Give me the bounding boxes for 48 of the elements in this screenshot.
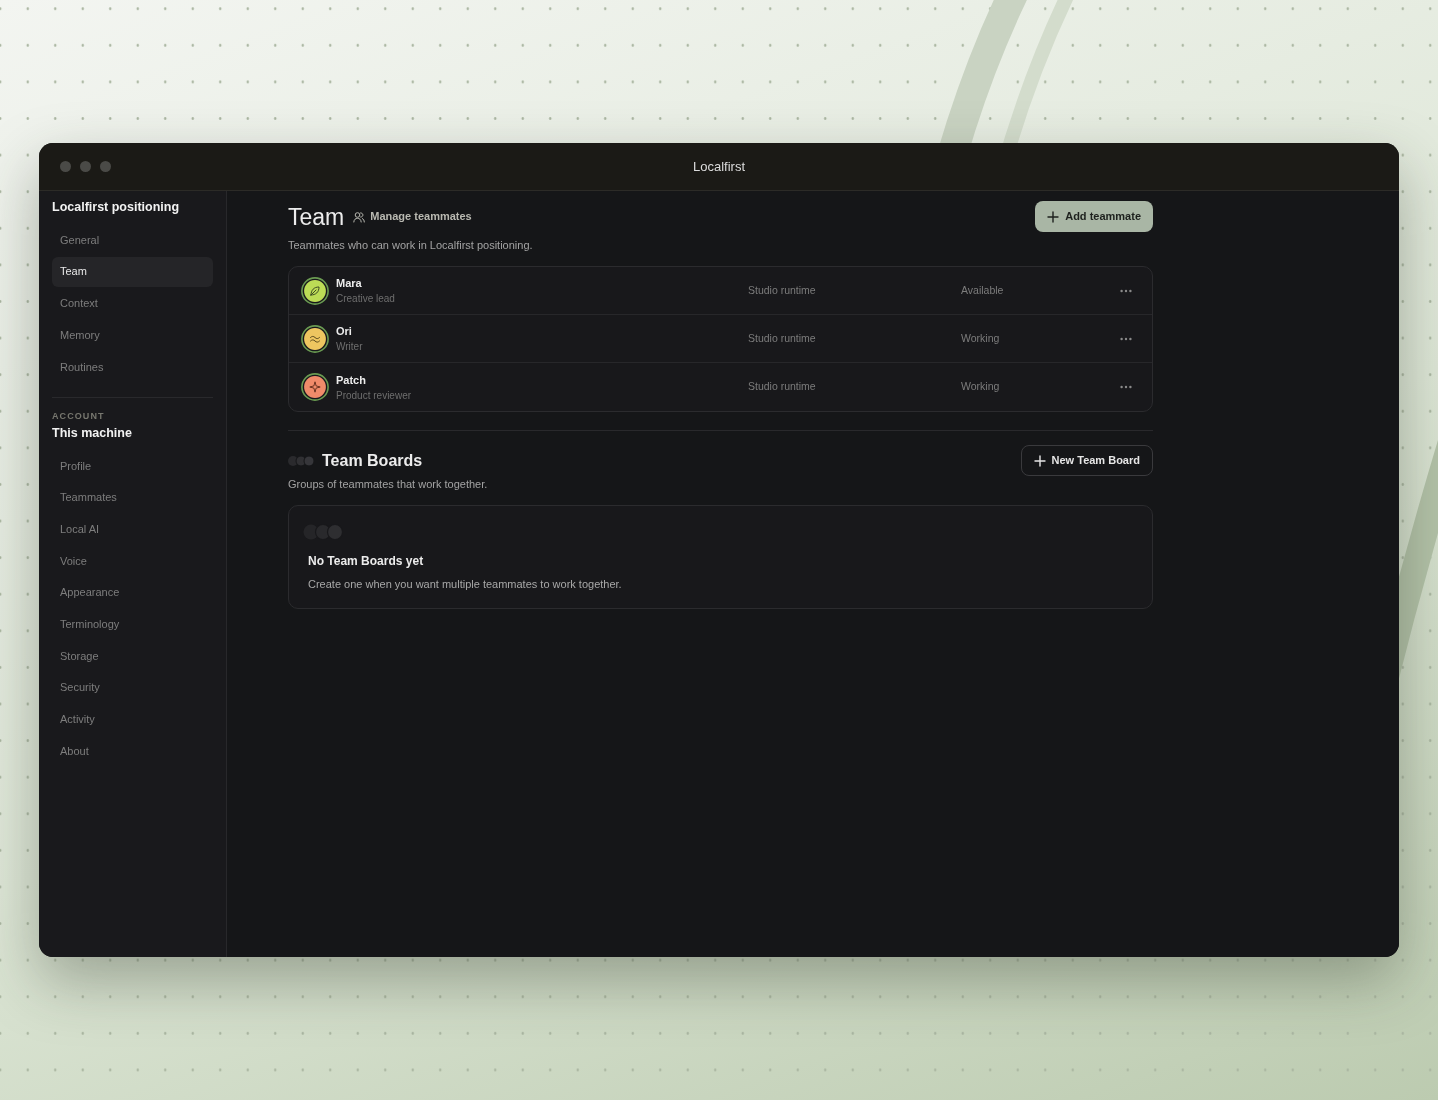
teammate-name: Patch <box>336 372 367 387</box>
sidebar-item[interactable]: Appearance <box>52 577 213 608</box>
runtime-label: Studio runtime <box>748 282 817 298</box>
sidebar-item[interactable]: Local AI <box>52 514 213 545</box>
teammate-name: Mara <box>336 276 363 290</box>
teammate-name: Ori <box>336 324 353 338</box>
sidebar-section-title: Localfirst positioning <box>52 199 181 215</box>
window-title: Localfirst <box>693 157 745 176</box>
sidebar-item[interactable]: Activity <box>52 704 213 735</box>
page-title: Team <box>288 202 345 231</box>
sidebar-item[interactable]: Teammates <box>52 482 213 513</box>
section-title: Team Boards <box>322 450 423 471</box>
more-icon[interactable] <box>1120 336 1132 341</box>
section-description: Groups of teammates that work together. <box>288 477 489 491</box>
new-team-board-button[interactable]: New Team Board <box>1020 445 1153 476</box>
sidebar-item[interactable]: Profile <box>52 450 213 481</box>
manage-teammates-link[interactable]: Manage teammates <box>353 208 472 225</box>
sidebar-item[interactable]: Security <box>52 672 213 703</box>
sidebar-item[interactable]: Voice <box>52 545 213 576</box>
teammate-role: Creative lead <box>336 292 395 305</box>
sidebar-item[interactable]: Team <box>52 256 213 287</box>
empty-state-message: Create one when you want multiple teammates to work together. <box>308 577 623 591</box>
users-icon <box>353 210 366 223</box>
status-label: Working <box>961 330 1001 346</box>
sidebar-item[interactable]: Routines <box>52 351 213 382</box>
overlapping-circles-icon <box>303 524 343 540</box>
more-icon[interactable] <box>1120 288 1132 293</box>
empty-state-title: No Team Boards yet <box>308 554 425 568</box>
page-description: Teammates who can work in Localfirst positioning. <box>288 238 534 252</box>
plus-icon <box>1047 210 1060 223</box>
runtime-label: Studio runtime <box>748 379 817 395</box>
sidebar-item[interactable]: General <box>52 225 213 255</box>
status-label: Working <box>961 379 1001 395</box>
sidebar-item[interactable]: Terminology <box>52 609 213 640</box>
overlapping-circles-icon <box>288 455 314 466</box>
status-label: Available <box>961 282 1005 298</box>
section-label: ACCOUNT <box>52 409 106 422</box>
teammate-role: Writer <box>336 340 363 353</box>
runtime-label: Studio runtime <box>748 330 817 346</box>
more-icon[interactable] <box>1120 385 1132 389</box>
teammate-role: Product reviewer <box>336 388 412 402</box>
sidebar-section-title: This machine <box>52 424 133 441</box>
sidebar-item[interactable]: Context <box>52 288 213 319</box>
plus-icon <box>1033 454 1046 467</box>
sidebar-item[interactable]: Memory <box>52 320 213 351</box>
sidebar-item[interactable]: Storage <box>52 640 213 671</box>
add-teammate-button[interactable]: Add teammate <box>1035 201 1153 232</box>
sidebar-item[interactable]: About <box>52 735 213 766</box>
